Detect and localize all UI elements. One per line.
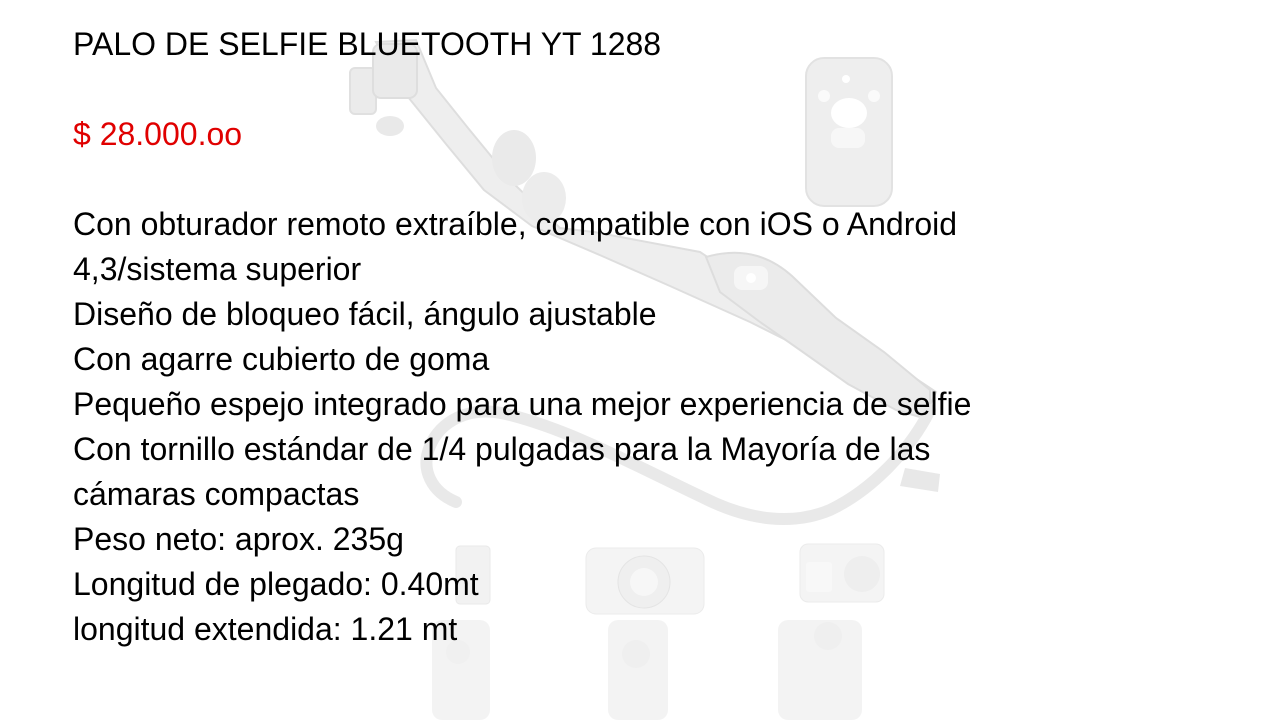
product-description: PALO DE SELFIE BLUETOOTH YT 1288 $ 28.00… [73,22,1193,652]
feature-line: Pequeño espejo integrado para una mejor … [73,386,972,422]
feature-line: longitud extendida: 1.21 mt [73,611,458,647]
feature-line: cámaras compactas [73,476,360,512]
feature-line: Diseño de bloqueo fácil, ángulo ajustabl… [73,296,657,332]
feature-line: Con tornillo estándar de 1/4 pulgadas pa… [73,431,931,467]
feature-line: Con agarre cubierto de goma [73,341,490,377]
product-price: $ 28.000.oo [73,116,243,152]
product-title: PALO DE SELFIE BLUETOOTH YT 1288 [73,26,662,62]
feature-line: 4,3/sistema superior [73,251,362,287]
product-slide: PALO DE SELFIE BLUETOOTH YT 1288 $ 28.00… [0,0,1280,720]
feature-line: Peso neto: aprox. 235g [73,521,404,557]
feature-line: Con obturador remoto extraíble, compatib… [73,206,958,242]
feature-line: Longitud de plegado: 0.40mt [73,566,479,602]
